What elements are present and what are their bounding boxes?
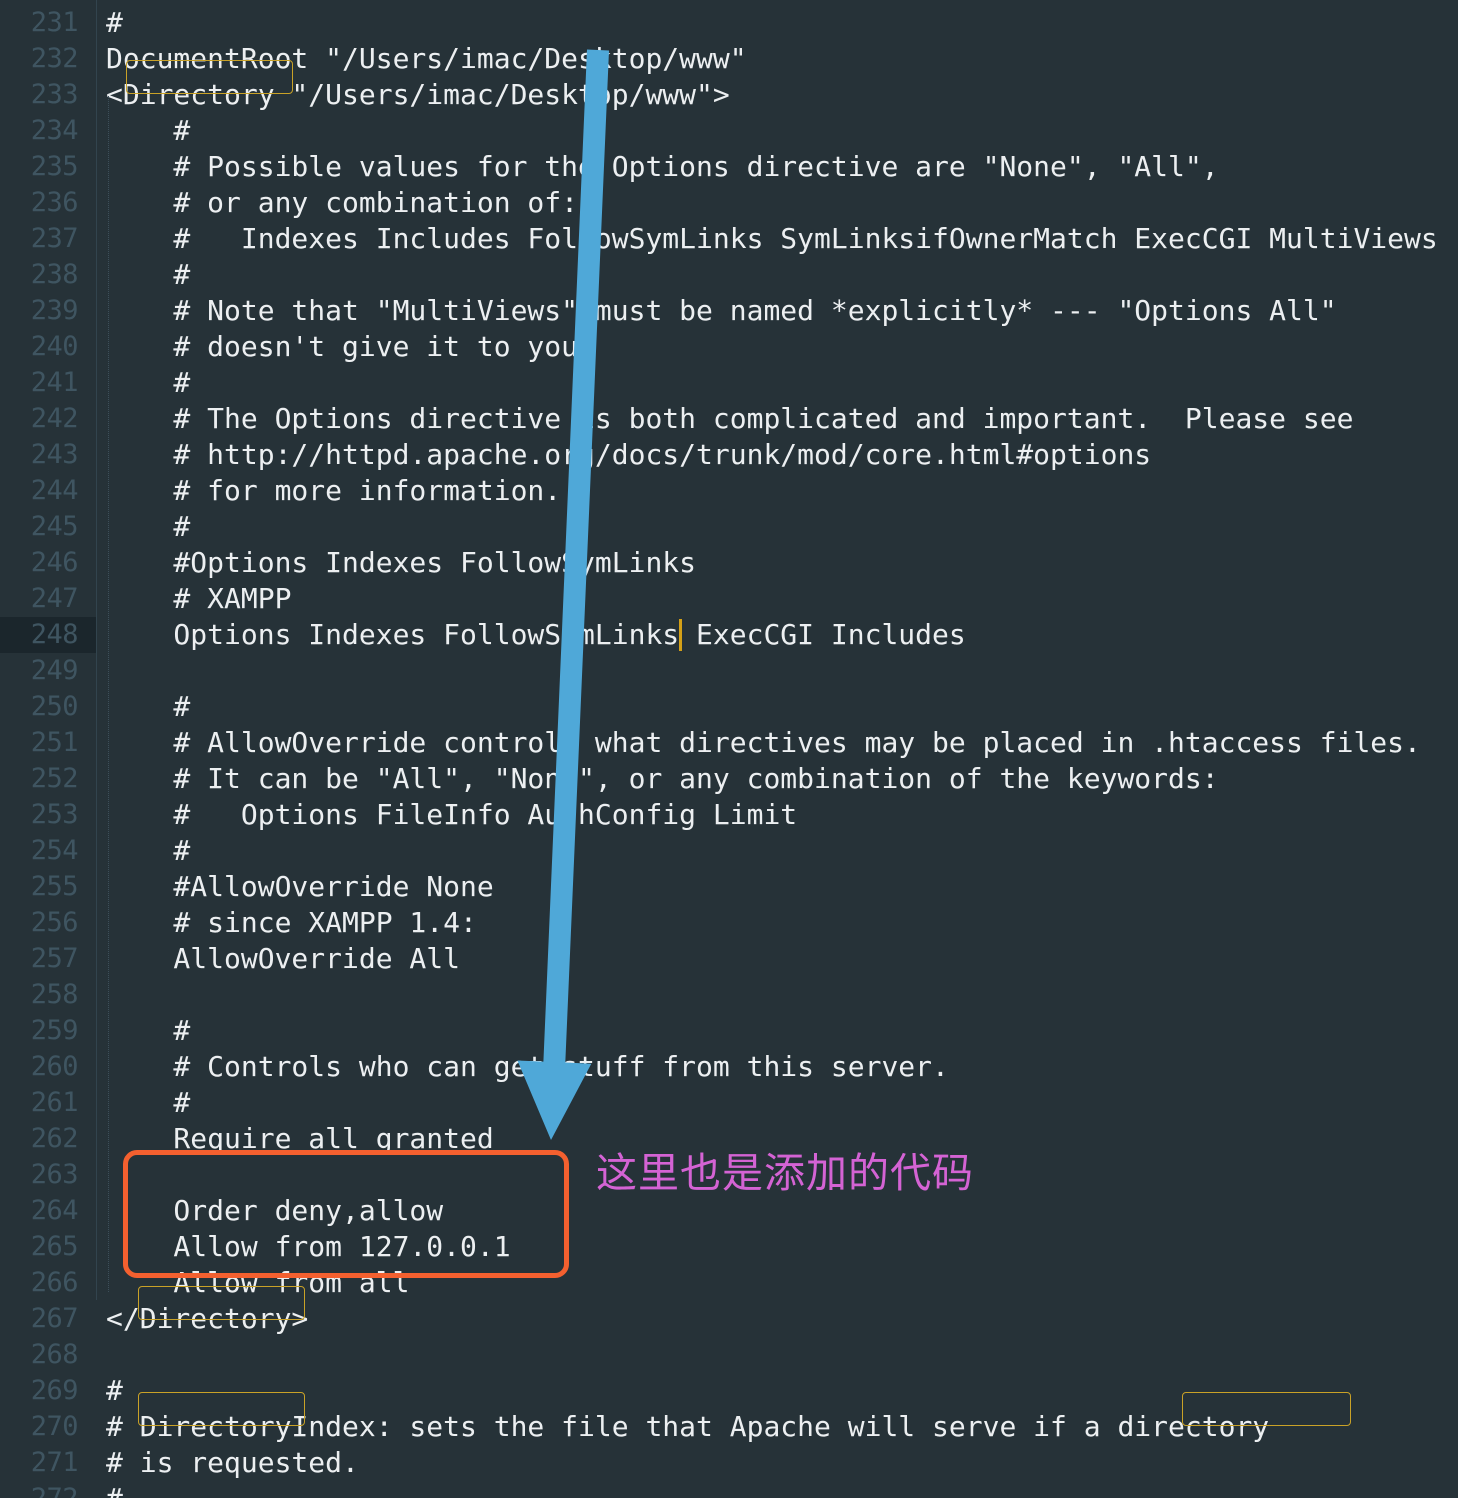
code-line[interactable]: # DirectoryIndex: sets the file that Apa… — [106, 1409, 1269, 1445]
line-number[interactable]: 245 — [0, 509, 96, 545]
code-line[interactable]: Options Indexes FollowSymLinks ExecCGI I… — [106, 617, 965, 653]
line-number[interactable]: 269 — [0, 1373, 96, 1409]
code-line[interactable]: AllowOverride All — [106, 941, 460, 977]
line-number[interactable]: 270 — [0, 1409, 96, 1445]
line-number[interactable]: 256 — [0, 905, 96, 941]
line-number[interactable]: 246 — [0, 545, 96, 581]
indent-guide-upper — [108, 96, 110, 1292]
line-number[interactable]: 250 — [0, 689, 96, 725]
line-number-gutter[interactable]: 231 232 233 234 235 236 237 238 239 240 241 242 243 2… — [0, 0, 96, 1498]
line-number[interactable]: 244 — [0, 473, 96, 509]
gutter-separator — [96, 0, 97, 1300]
code-line[interactable]: #Options Indexes FollowSymLinks — [106, 545, 696, 581]
code-line[interactable]: # — [106, 833, 190, 869]
line-number[interactable]: 271 — [0, 1445, 96, 1481]
code-line[interactable]: # http://httpd.apache.org/docs/trunk/mod… — [106, 437, 1151, 473]
line-number[interactable]: 261 — [0, 1085, 96, 1121]
code-line[interactable]: # — [106, 113, 190, 149]
line-number[interactable]: 237 — [0, 221, 96, 257]
code-line[interactable]: # Controls who can get stuff from this s… — [106, 1049, 948, 1085]
line-number[interactable]: 251 — [0, 725, 96, 761]
code-line[interactable]: DocumentRoot "/Users/imac/Desktop/www" — [106, 41, 747, 77]
line-number[interactable]: 257 — [0, 941, 96, 977]
text-cursor — [679, 619, 682, 651]
line-number[interactable]: 265 — [0, 1229, 96, 1265]
line-number[interactable]: 239 — [0, 293, 96, 329]
code-line[interactable]: # It can be "All", "None", or any combin… — [106, 761, 1218, 797]
line-number[interactable]: 247 — [0, 581, 96, 617]
line-number[interactable]: 259 — [0, 1013, 96, 1049]
line-number[interactable]: 236 — [0, 185, 96, 221]
code-line[interactable]: # — [106, 1085, 190, 1121]
line-number[interactable]: 243 — [0, 437, 96, 473]
code-line[interactable]: # — [106, 1013, 190, 1049]
line-number[interactable]: 260 — [0, 1049, 96, 1085]
line-number[interactable]: 252 — [0, 761, 96, 797]
line-number[interactable]: 241 — [0, 365, 96, 401]
code-line[interactable]: # is requested. — [106, 1445, 359, 1481]
code-line[interactable]: # — [106, 1373, 123, 1409]
line-number[interactable]: 264 — [0, 1193, 96, 1229]
code-editor-screenshot: # DocumentRoot "/Users/imac/Desktop/www" <… — [0, 0, 1458, 1498]
orange-highlight-box — [123, 1150, 569, 1278]
line-number[interactable]: 231 — [0, 5, 96, 41]
line-number[interactable]: 238 — [0, 257, 96, 293]
code-line[interactable]: # Options FileInfo AuthConfig Limit — [106, 797, 797, 833]
line-number[interactable]: 268 — [0, 1337, 96, 1373]
code-line[interactable]: # XAMPP — [106, 581, 291, 617]
line-number[interactable]: 258 — [0, 977, 96, 1013]
code-line[interactable]: # — [106, 365, 190, 401]
code-line[interactable]: # AllowOverride controls what directives… — [106, 725, 1420, 761]
line-number[interactable]: 254 — [0, 833, 96, 869]
code-line[interactable]: # since XAMPP 1.4: — [106, 905, 476, 941]
line-number[interactable]: 267 — [0, 1301, 96, 1337]
line-number[interactable]: 266 — [0, 1265, 96, 1301]
line-number[interactable]: 253 — [0, 797, 96, 833]
code-line[interactable]: # The Options directive is both complica… — [106, 401, 1353, 437]
code-line[interactable]: # Indexes Includes FollowSymLinks SymLin… — [106, 221, 1437, 257]
code-line[interactable]: </Directory> — [106, 1301, 308, 1337]
code-line[interactable]: <Directory "/Users/imac/Desktop/www"> — [106, 77, 730, 113]
code-line[interactable]: # — [106, 509, 190, 545]
line-number[interactable]: 248 — [0, 617, 96, 653]
line-number[interactable]: 249 — [0, 653, 96, 689]
code-line[interactable]: # — [106, 5, 123, 41]
line-number[interactable]: 263 — [0, 1157, 96, 1193]
code-line[interactable]: # Possible values for the Options direct… — [106, 149, 1218, 185]
code-line[interactable]: # or any combination of: — [106, 185, 578, 221]
code-line[interactable]: # — [106, 257, 190, 293]
chinese-annotation-label: 这里也是添加的代码 — [596, 1149, 974, 1197]
line-number[interactable]: 233 — [0, 77, 96, 113]
line-number[interactable]: 232 — [0, 41, 96, 77]
code-line[interactable]: # Note that "MultiViews" must be named *… — [106, 293, 1336, 329]
line-number[interactable]: 255 — [0, 869, 96, 905]
line-number[interactable]: 242 — [0, 401, 96, 437]
code-line[interactable]: # — [106, 1481, 123, 1498]
line-number[interactable]: 272 — [0, 1481, 96, 1498]
code-line[interactable]: #AllowOverride None — [106, 869, 493, 905]
code-line[interactable]: # doesn't give it to you. — [106, 329, 594, 365]
line-number[interactable]: 235 — [0, 149, 96, 185]
line-number[interactable]: 262 — [0, 1121, 96, 1157]
line-number[interactable]: 234 — [0, 113, 96, 149]
code-line[interactable]: # — [106, 689, 190, 725]
line-number[interactable]: 240 — [0, 329, 96, 365]
code-line[interactable]: # for more information. — [106, 473, 561, 509]
